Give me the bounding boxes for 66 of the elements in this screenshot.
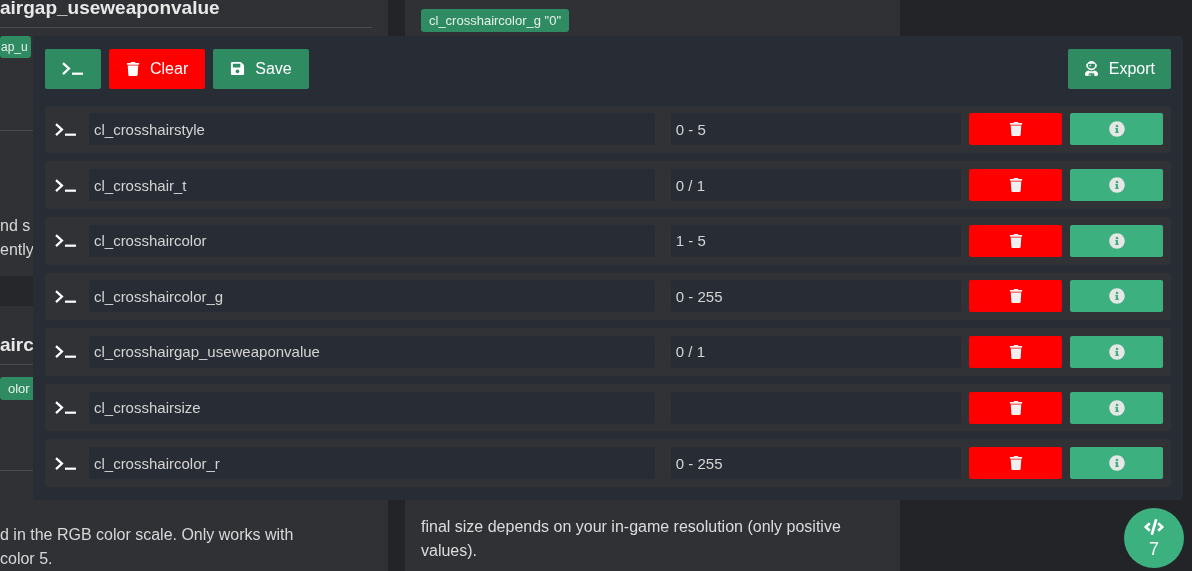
info-icon <box>1108 232 1125 249</box>
command-name-field[interactable]: cl_crosshair_t <box>88 169 655 202</box>
terminal-icon <box>55 345 77 359</box>
delete-button[interactable] <box>969 169 1063 202</box>
range-field[interactable]: 0 / 1 <box>670 335 962 368</box>
export-button[interactable]: Export <box>1067 49 1171 89</box>
delete-button[interactable] <box>969 335 1063 368</box>
trash-icon <box>1008 344 1023 359</box>
info-icon <box>1108 177 1125 194</box>
info-icon <box>1108 121 1125 138</box>
save-button[interactable]: Save <box>213 49 309 89</box>
info-button[interactable] <box>1070 447 1163 480</box>
range-field[interactable]: 0 - 255 <box>670 280 962 313</box>
trash-icon <box>1008 233 1023 248</box>
range-field[interactable]: 0 - 5 <box>670 113 962 146</box>
save-icon <box>230 61 246 77</box>
delete-button[interactable] <box>969 224 1063 257</box>
description-text: color 5. <box>0 549 53 569</box>
range-field[interactable]: 0 / 1 <box>670 169 962 202</box>
section-heading: airgap_useweaponvalue <box>0 0 220 19</box>
command-tag: ap_u <box>0 35 31 58</box>
info-icon <box>1108 343 1125 360</box>
terminal-icon <box>55 400 77 415</box>
command-name-field[interactable]: cl_crosshairstyle <box>88 113 655 146</box>
console-button[interactable] <box>45 49 101 89</box>
command-name-field[interactable]: cl_crosshaircolor_g <box>88 280 655 313</box>
delete-button[interactable] <box>969 447 1063 480</box>
trash-icon <box>1008 122 1023 137</box>
info-button[interactable] <box>1070 113 1163 146</box>
astronaut-icon <box>1083 61 1099 77</box>
command-tag: cl_crosshaircolor_g "0" <box>421 9 570 32</box>
description-text: d in the RGB color scale. Only works with <box>0 525 294 545</box>
command-name-field[interactable]: cl_crosshairgap_useweaponvalue <box>88 335 655 368</box>
description-text: final size depends on your in-game resolution (only positive values). <box>421 517 842 561</box>
code-icon <box>1144 516 1164 537</box>
info-icon <box>1108 399 1125 416</box>
delete-button[interactable] <box>969 280 1063 313</box>
clear-button[interactable]: Clear <box>109 49 206 89</box>
command-name-field[interactable]: cl_crosshaircolor_r <box>88 447 655 480</box>
terminal-icon <box>55 178 77 192</box>
delete-button[interactable] <box>969 391 1063 424</box>
command-name-field[interactable]: cl_crosshaircolor <box>88 224 655 257</box>
info-icon <box>1108 288 1125 305</box>
trash-icon <box>126 61 140 76</box>
terminal-icon <box>55 234 77 248</box>
command-name-field[interactable]: cl_crosshairsize <box>88 391 655 424</box>
terminal-icon <box>62 62 84 76</box>
info-button[interactable] <box>1070 280 1163 313</box>
range-field[interactable]: 1 - 5 <box>670 224 962 257</box>
info-icon <box>1108 455 1125 472</box>
terminal-icon <box>55 289 77 303</box>
delete-button[interactable] <box>969 113 1063 146</box>
description-text: ently <box>0 240 34 261</box>
trash-icon <box>1008 289 1023 304</box>
info-button[interactable] <box>1070 169 1163 202</box>
description-text: nd s <box>0 216 31 237</box>
trash-icon <box>1008 400 1023 415</box>
info-button[interactable] <box>1070 224 1163 257</box>
trash-icon <box>1008 178 1023 193</box>
section-heading: airc <box>0 334 34 357</box>
terminal-icon <box>55 456 77 470</box>
info-button[interactable] <box>1070 391 1163 424</box>
range-field[interactable]: 0 - 255 <box>670 447 962 480</box>
terminal-icon <box>55 122 77 137</box>
info-button[interactable] <box>1070 335 1163 368</box>
trash-icon <box>1008 456 1023 471</box>
